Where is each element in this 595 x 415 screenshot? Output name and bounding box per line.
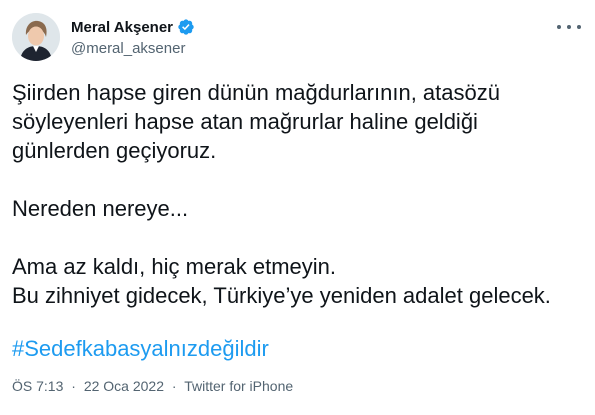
more-dot-icon (557, 25, 561, 29)
display-name[interactable]: Meral Akşener (71, 19, 173, 36)
more-dot-icon (577, 25, 581, 29)
more-options-icon[interactable] (557, 20, 581, 34)
tweet-line: Bu zihniyet gidecek, Türkiye’ye yeniden … (12, 283, 551, 308)
tweet-line: Ama az kaldı, hiç merak etmeyin. (12, 254, 337, 279)
tweet-line: söyleyenleri hapse atan mağrurlar haline… (12, 109, 478, 134)
tweet-line: Nereden nereye... (12, 196, 189, 221)
tweet-card: Meral Akşener @meral_aksener Şiirden hap… (0, 0, 595, 415)
author-block: Meral Akşener @meral_aksener (71, 17, 195, 57)
separator-dot: · (71, 378, 76, 394)
tweet-line: Şiirden hapse giren dünün mağdurlarının,… (12, 80, 500, 105)
tweet-source[interactable]: Twitter for iPhone (184, 378, 293, 394)
tweet-paragraph: Nereden nereye... (12, 194, 587, 223)
separator-dot: · (171, 378, 177, 394)
handle[interactable]: @meral_aksener (71, 40, 195, 57)
verified-badge-icon (177, 18, 195, 36)
hashtag-link[interactable]: #Sedefkabasyalnızdeğildir (12, 334, 269, 363)
tweet-time[interactable]: ÖS 7:13 (12, 378, 63, 394)
tweet-date[interactable]: 22 Oca 2022 (84, 378, 164, 394)
tweet-metadata: ÖS 7:13 · 22 Oca 2022 · Twitter for iPho… (12, 378, 293, 394)
tweet-paragraph: Ama az kaldı, hiç merak etmeyin. Bu zihn… (12, 252, 587, 310)
tweet-text: Şiirden hapse giren dünün mağdurlarının,… (12, 78, 587, 310)
tweet-paragraph: Şiirden hapse giren dünün mağdurlarının,… (12, 78, 587, 165)
avatar-image (12, 13, 60, 61)
more-dot-icon (567, 25, 571, 29)
tweet-line: günlerden geçiyoruz. (12, 138, 217, 163)
avatar[interactable] (12, 13, 60, 61)
